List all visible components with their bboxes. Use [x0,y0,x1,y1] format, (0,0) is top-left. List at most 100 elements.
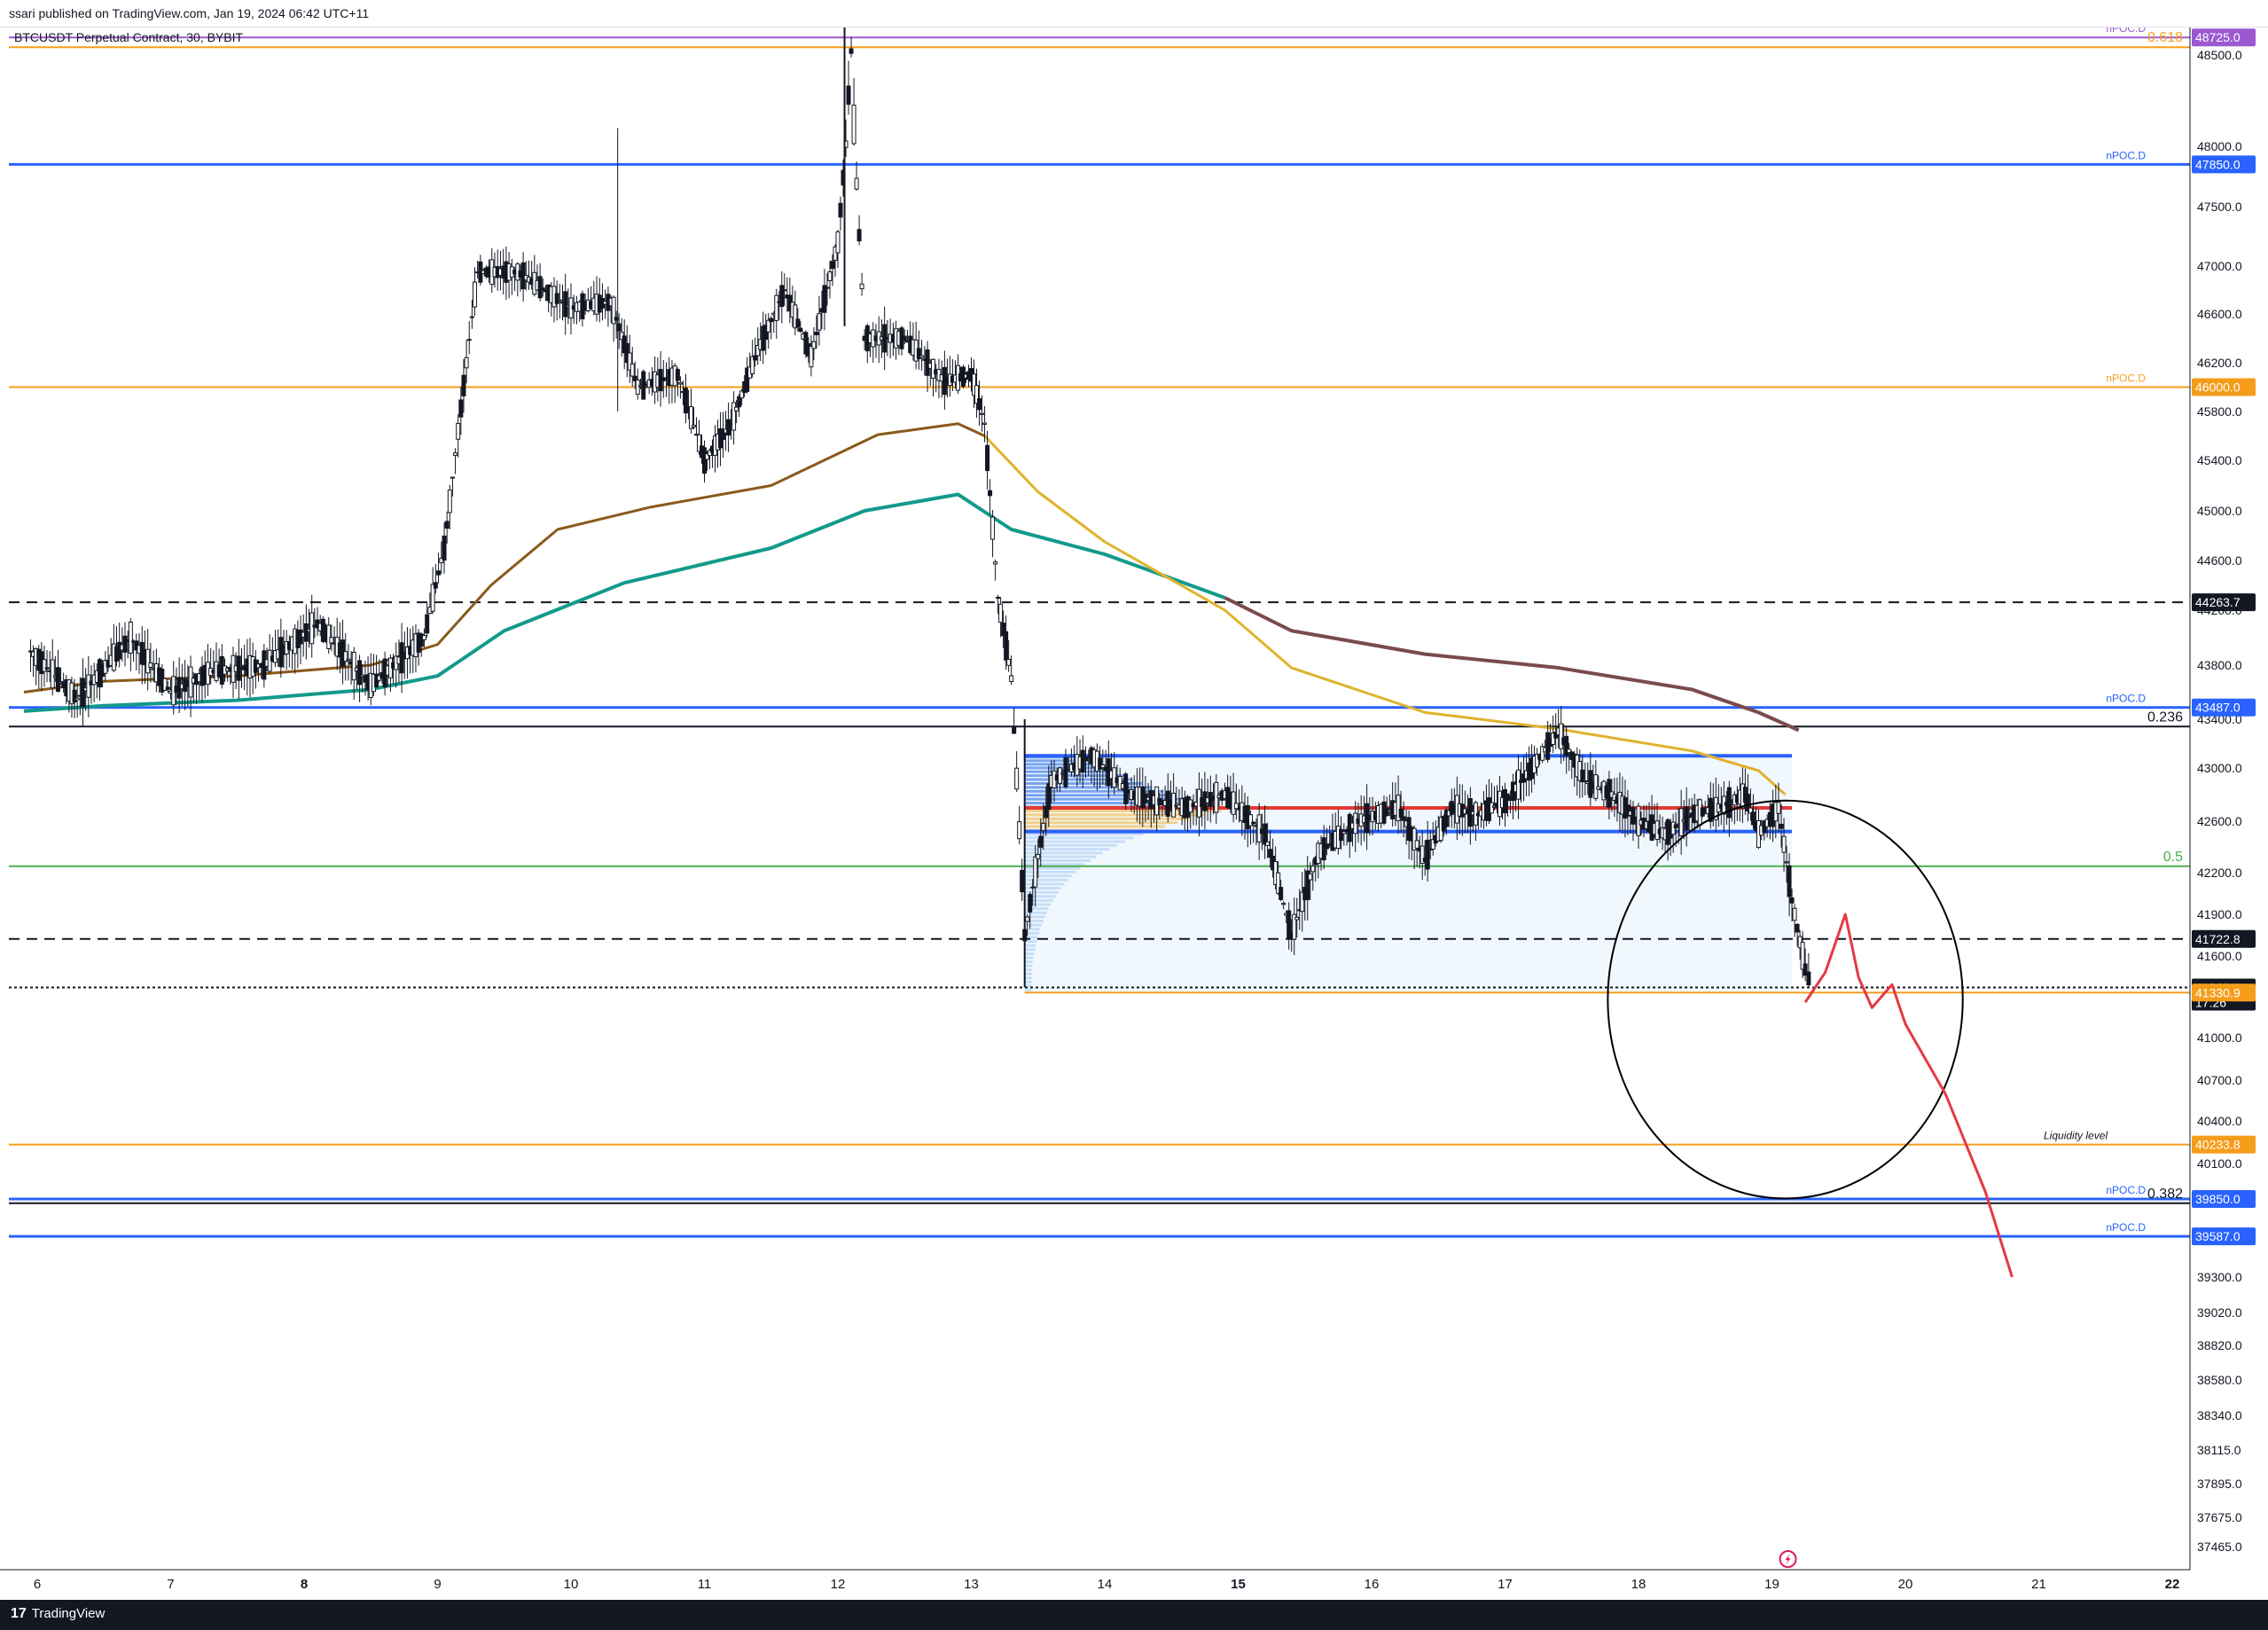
volume-profile-bar [1024,851,1103,855]
candle-body [74,697,80,701]
candle-body [557,299,562,302]
price-tick-8: 45000.0 [2197,504,2242,518]
candle-body [753,355,758,361]
price-tick-18: 41000.0 [2197,1031,2242,1045]
volume-profile-bar [1024,976,1032,980]
volume-profile-bar [1024,878,1068,882]
candle-body [977,398,982,411]
price-label-10: 39587.0 [2195,1229,2241,1243]
time-tick-20: 20 [1898,1577,1913,1592]
time-tick-16: 16 [1365,1577,1380,1592]
candle-body [1787,865,1792,897]
volume-profile-bar [1024,960,1033,964]
publisher-info: ssari published on TradingView.com, Jan … [9,6,370,20]
price-tick-7: 45400.0 [2197,453,2242,467]
candle-body [1414,840,1419,849]
candle-body [554,293,559,304]
candle-body [447,490,452,513]
volume-profile-bar [1024,817,1192,820]
time-tick-14: 14 [1098,1577,1113,1592]
candle-body [982,422,988,425]
price-tick-28: 37895.0 [2197,1477,2242,1491]
price-tick-29: 37675.0 [2197,1510,2242,1524]
volume-profile-bar [1024,972,1032,976]
candle-body [563,291,568,317]
candle-body [980,412,985,415]
candle-body [998,603,1004,623]
price-label-0: 48725.0 [2195,30,2241,44]
price-tick-5: 46200.0 [2197,356,2242,370]
volume-profile-bar [1024,882,1065,886]
candle-body [1041,822,1046,832]
volume-profile-bar [1024,866,1081,870]
candle-body [919,355,925,358]
level-label-10: Liquidity level [2044,1130,2108,1142]
level-label-3: nPOC.D [2106,372,2146,385]
volume-profile-bar [1024,952,1035,955]
time-tick-11: 11 [698,1577,712,1592]
price-tick-15: 42200.0 [2197,866,2242,880]
level-label-1: 0.618 [2147,30,2183,45]
candle-body [466,339,472,341]
volume-profile-bar [1024,870,1076,874]
candle-body [830,261,835,270]
level-label-2: nPOC.D [2106,149,2146,161]
candle-body [44,667,50,670]
candle-body [985,444,990,472]
volume-profile-bar [1024,988,1032,991]
time-tick-6: 6 [34,1577,41,1592]
price-label-3: 44263.7 [2195,595,2241,609]
candle-body [86,674,91,698]
candle-body [1339,828,1344,842]
candle-body [1784,861,1789,864]
price-tick-13: 43000.0 [2197,761,2242,775]
candle-body [351,652,356,681]
candle-body [329,637,334,644]
candle-body [902,335,907,341]
candle-body [817,313,822,331]
price-tick-20: 40400.0 [2197,1114,2242,1128]
candle-body [811,341,817,349]
candle-body [1265,841,1271,846]
candle-body [165,686,170,690]
candle-body [1489,802,1494,814]
price-tick-16: 41900.0 [2197,907,2242,921]
tradingview-logo[interactable]: 17 TradingView [11,1606,105,1622]
price-tick-27: 38115.0 [2197,1443,2241,1457]
candle-body [436,570,442,576]
price-label-4: 43487.0 [2195,701,2241,715]
price-tick-23: 39020.0 [2197,1305,2242,1320]
candle-body [50,659,55,689]
time-tick-15: 15 [1231,1577,1246,1592]
candle-body [854,177,859,190]
candle-body [846,85,851,106]
candle-body [1025,916,1030,922]
candle-body [42,659,47,672]
price-label-7: 41330.9 [2195,985,2241,999]
candle-body [731,402,737,431]
time-tick-19: 19 [1764,1577,1779,1592]
level-label-7: 0.5 [2163,850,2183,865]
candle-body [1684,806,1689,831]
volume-profile-bar [1024,956,1034,960]
candle-body [774,294,779,321]
price-chart[interactable]: nPOC.D0.618nPOC.DnPOC.DnPOC.D0.2360.5Liq… [0,0,2268,1630]
candle-body [145,648,151,674]
symbol-title: BTCUSDT Perpetual Contract, 30, BYBIT [14,30,244,44]
candle-body [931,358,935,379]
price-tick-17: 41600.0 [2197,949,2242,963]
volume-profile-bar [1024,821,1177,825]
candle-body [1233,803,1239,810]
volume-profile-bar [1024,887,1061,890]
candle-body [856,229,862,242]
candle-body [990,516,996,540]
candle-body [464,357,469,369]
candle-body [425,614,430,634]
candle-body [996,597,1001,599]
volume-profile-bar [1024,786,1153,789]
candle-body [1779,823,1784,829]
candle-body [442,535,447,561]
candle-body [1516,769,1521,800]
candle-body [1123,773,1129,804]
candle-body [122,635,128,653]
